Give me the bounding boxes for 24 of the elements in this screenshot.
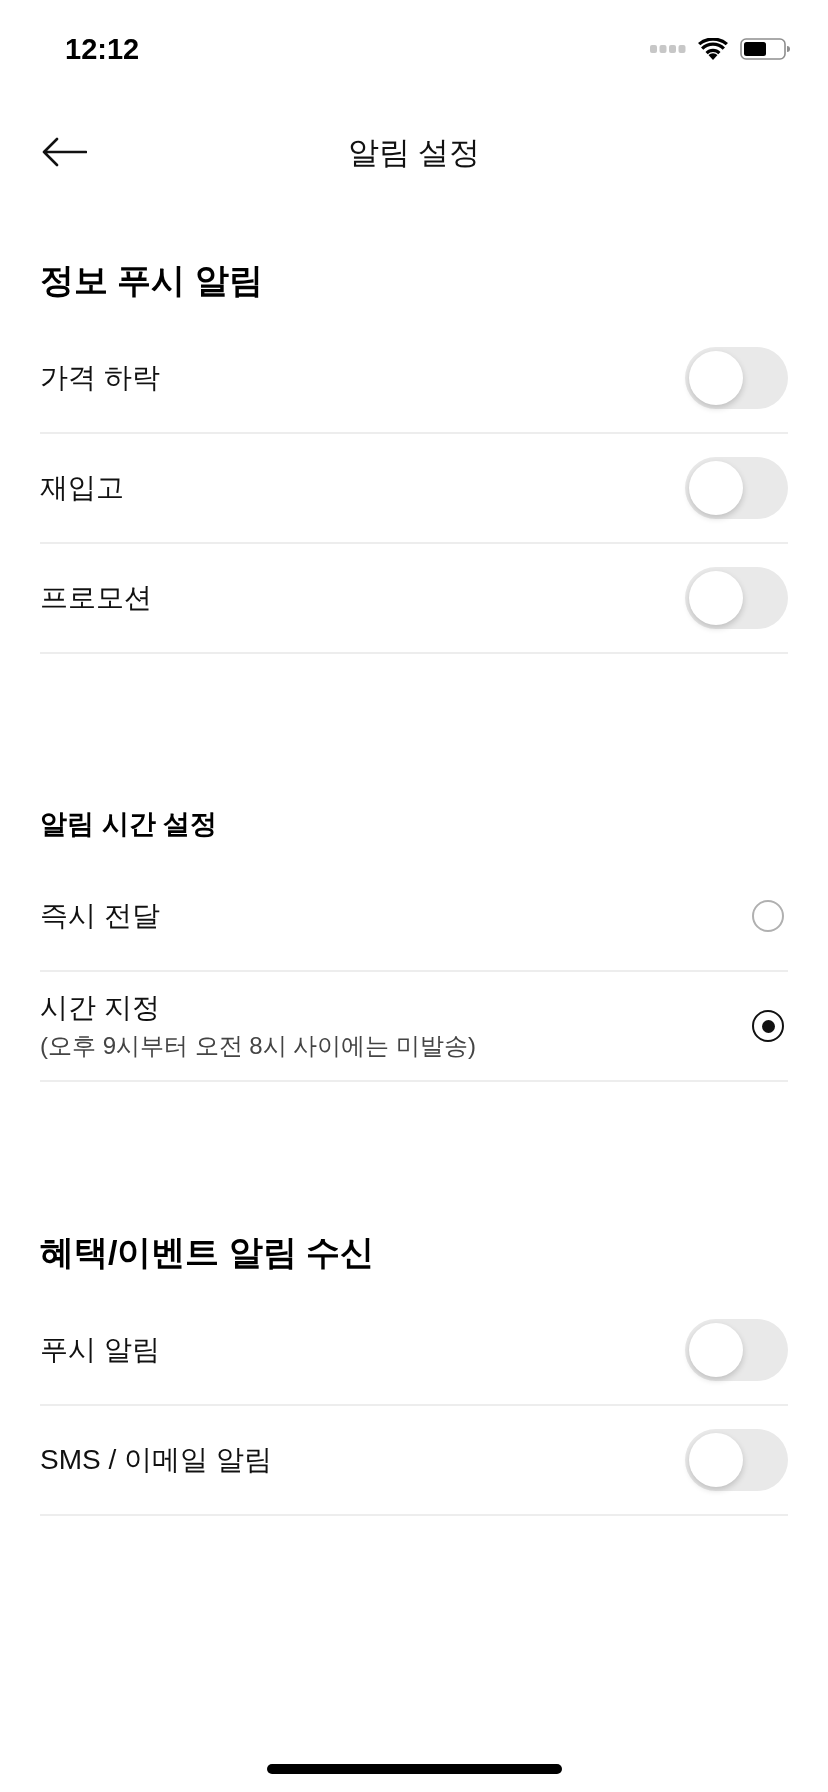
back-arrow-icon — [41, 137, 87, 167]
setting-label: 재입고 — [40, 474, 124, 502]
setting-label: 프로모션 — [40, 584, 152, 612]
toggle-switch[interactable] — [685, 1429, 788, 1491]
signal-icon — [650, 45, 686, 53]
toggle-switch[interactable] — [685, 347, 788, 409]
option-note: (오후 9시부터 오전 8시 사이에는 미발송) — [40, 1031, 477, 1061]
setting-label: SMS / 이메일 알림 — [40, 1446, 272, 1474]
wifi-icon — [698, 38, 728, 60]
setting-label: 푸시 알림 — [40, 1336, 160, 1364]
radio-button[interactable] — [752, 900, 784, 932]
option-label: 시간 지정 — [40, 991, 161, 1025]
toggle-switch[interactable] — [685, 1319, 788, 1381]
option-label: 즉시 전달 — [40, 899, 160, 933]
toggle-switch[interactable] — [685, 457, 788, 519]
section-title: 혜택/이벤트 알림 수신 — [40, 1235, 375, 1269]
status-time: 12:12 — [65, 34, 140, 64]
page-title: 알림 설정 — [347, 136, 481, 168]
section-title: 알림 시간 설정 — [40, 810, 217, 838]
setting-label: 가격 하락 — [40, 364, 160, 392]
toggle-switch[interactable] — [685, 567, 788, 629]
battery-icon — [740, 38, 790, 60]
section-title: 정보 푸시 알림 — [40, 263, 263, 297]
radio-button[interactable] — [752, 1010, 784, 1042]
